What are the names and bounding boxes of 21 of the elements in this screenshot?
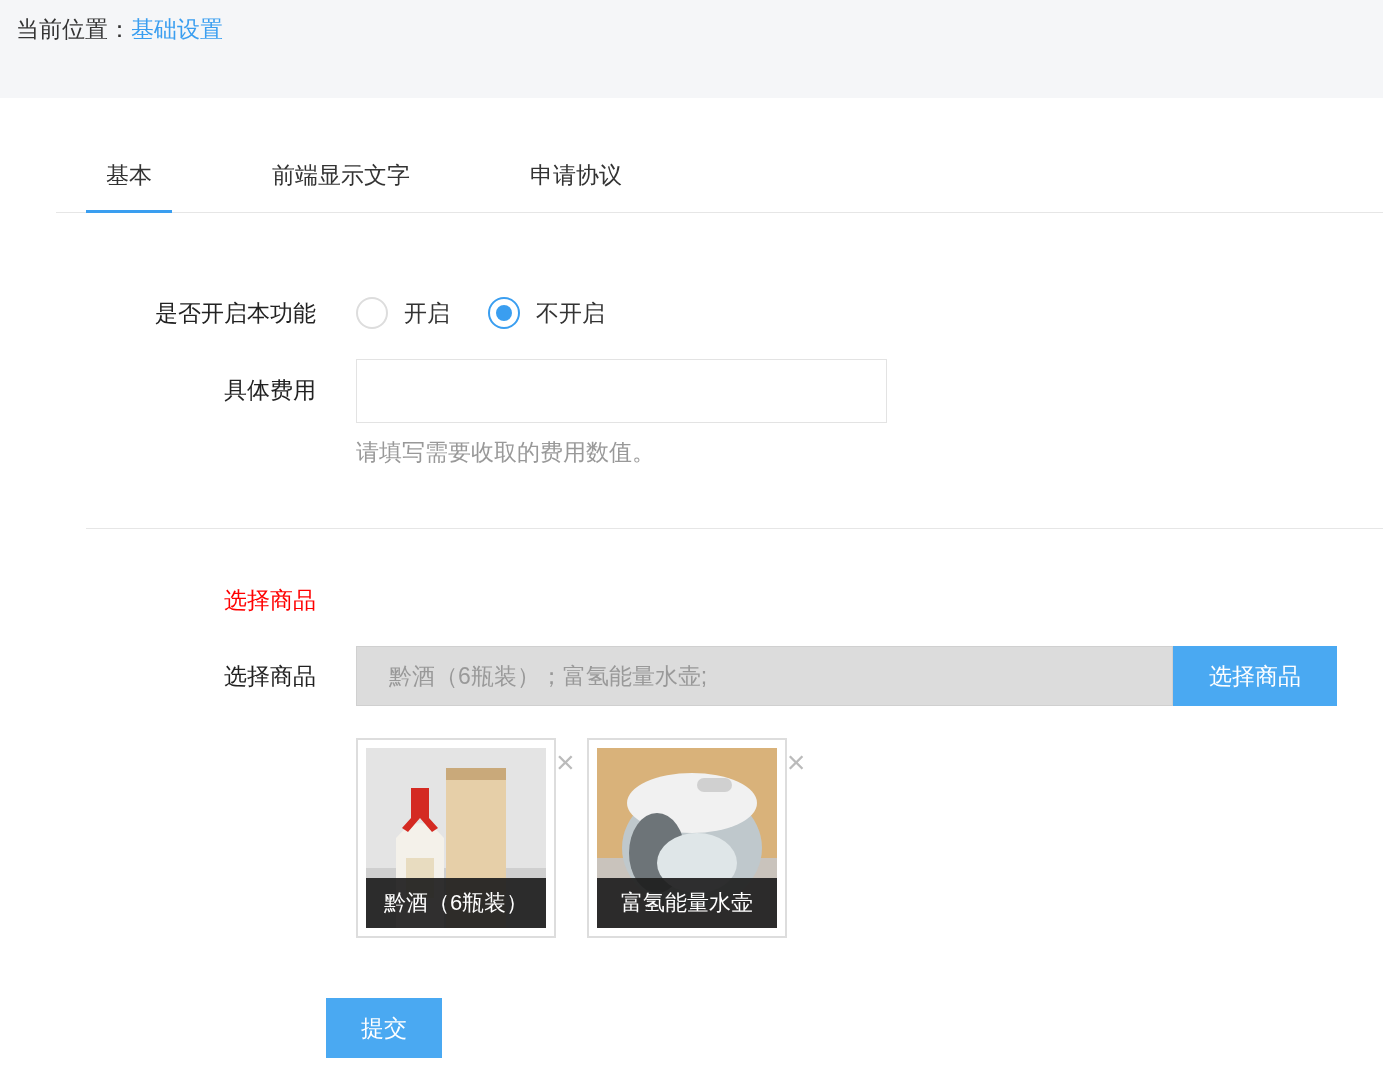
product-name: 富氢能量水壶: [596, 878, 777, 928]
product-name: 黔酒（6瓶装）: [366, 878, 546, 928]
radio-label[interactable]: 不开启: [536, 297, 605, 329]
breadcrumb-label: 当前位置：: [16, 15, 131, 44]
field-label: 是否开启本功能: [154, 298, 316, 328]
select-goods-button[interactable]: 选择商品: [1173, 646, 1337, 706]
field-label: 具体费用: [223, 376, 316, 405]
breadcrumb-link[interactable]: 基础设置: [131, 14, 223, 45]
hint-text: 请填写需要收取的费用数值。: [356, 438, 656, 467]
radio-label[interactable]: 开启: [404, 297, 450, 329]
tab[interactable]: 申请协议: [510, 142, 642, 213]
remove-button[interactable]: ×: [556, 746, 575, 778]
field-label: 选择商品: [223, 661, 316, 691]
tab[interactable]: 基本: [86, 142, 172, 213]
remove-button[interactable]: ×: [786, 746, 806, 778]
input-field[interactable]: [356, 359, 887, 423]
tab[interactable]: 前端显示文字: [252, 142, 430, 213]
submit-button[interactable]: 提交: [326, 998, 442, 1058]
section-title: 选择商品: [223, 586, 316, 615]
selected-goods-field[interactable]: 黔酒（6瓶装）；富氢能量水壶;: [356, 646, 1173, 706]
radio-button[interactable]: [488, 297, 520, 329]
